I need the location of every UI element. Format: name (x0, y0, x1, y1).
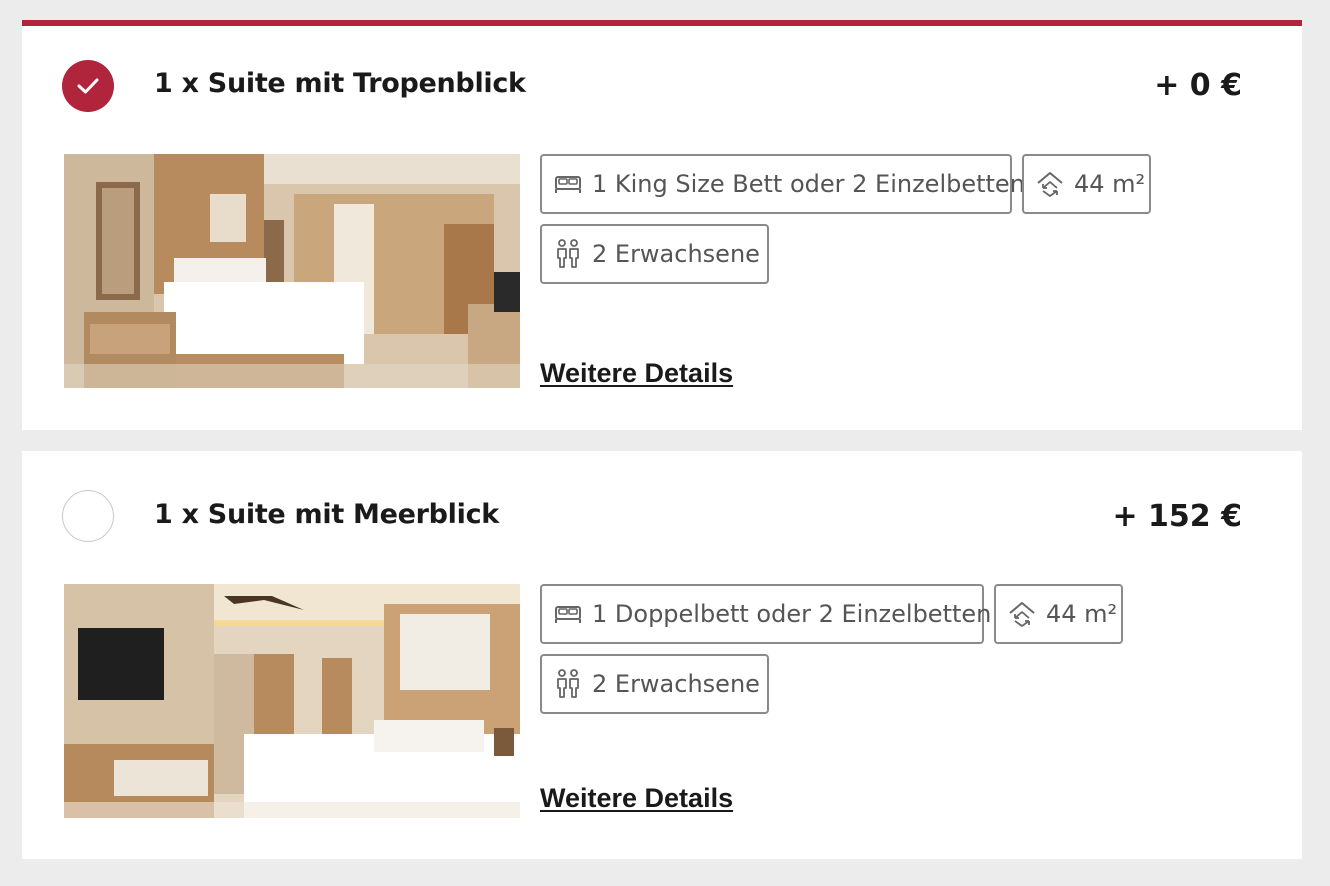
area-icon (1008, 601, 1036, 627)
room-card-meerblick: 1 x Suite mit Meerblick + 152 € 1 Doppel… (22, 451, 1302, 859)
room-photo[interactable] (64, 154, 520, 388)
room-price: + 152 € (1112, 499, 1242, 534)
bed-info-text: 1 Doppelbett oder 2 Einzelbetten (592, 600, 992, 628)
room-photo-image (64, 154, 520, 388)
more-details-link[interactable]: Weitere Details (540, 783, 733, 814)
bed-info-chip: 1 King Size Bett oder 2 Einzelbetten (540, 154, 1025, 214)
area-info-text: 44 m² (1074, 170, 1146, 198)
room-select-radio[interactable] (62, 60, 114, 112)
room-card-tropenblick: 1 x Suite mit Tropenblick + 0 € 1 King S… (22, 20, 1302, 430)
guests-info-text: 2 Erwachsene (592, 240, 760, 268)
guests-info-text: 2 Erwachsene (592, 670, 760, 698)
room-select-radio[interactable] (62, 490, 114, 542)
check-icon (77, 78, 99, 94)
bed-icon (554, 603, 582, 625)
room-title: 1 x Suite mit Tropenblick (154, 68, 526, 99)
area-icon (1036, 171, 1064, 197)
guests-icon (554, 669, 582, 699)
area-info-chip: 44 m² (994, 584, 1123, 644)
area-info-chip: 44 m² (1022, 154, 1151, 214)
guests-icon (554, 239, 582, 269)
guests-info-chip: 2 Erwachsene (540, 654, 769, 714)
bed-icon (554, 173, 582, 195)
room-photo-image (64, 584, 520, 818)
room-title: 1 x Suite mit Meerblick (154, 499, 499, 530)
room-price: + 0 € (1154, 68, 1242, 103)
area-info-text: 44 m² (1046, 600, 1118, 628)
bed-info-chip: 1 Doppelbett oder 2 Einzelbetten (540, 584, 991, 644)
more-details-link[interactable]: Weitere Details (540, 358, 733, 389)
guests-info-chip: 2 Erwachsene (540, 224, 769, 284)
bed-info-text: 1 King Size Bett oder 2 Einzelbetten (592, 170, 1025, 198)
room-photo[interactable] (64, 584, 520, 818)
